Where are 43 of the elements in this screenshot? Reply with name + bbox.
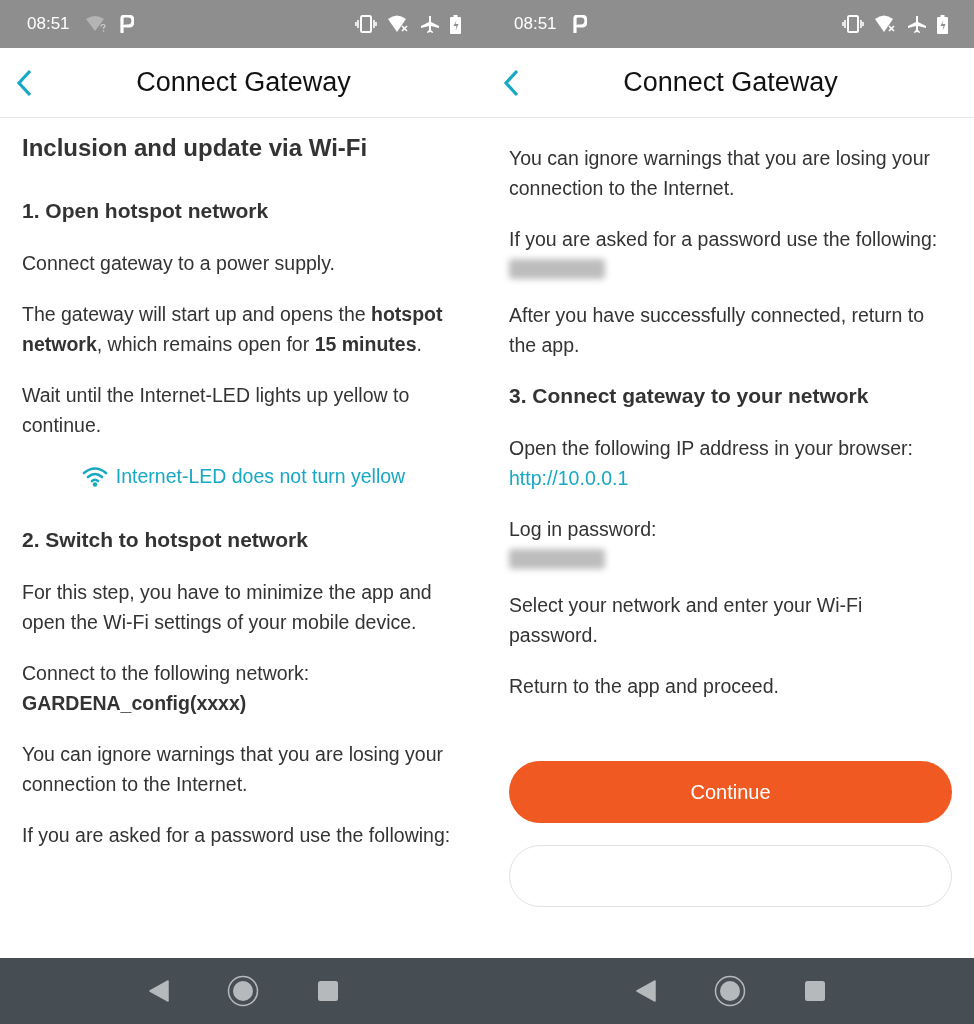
vibrate-icon [355,15,377,33]
ip-address-link[interactable]: http://10.0.0.1 [509,463,629,493]
p-logo-icon [572,15,587,33]
instruction-text: Connect gateway to a power supply. [22,251,336,276]
recents-button[interactable] [803,980,826,1002]
vibrate-icon [842,15,864,33]
instruction-text: Select your network and enter your Wi-Fi password. [509,593,864,648]
status-time: 08:51 [514,14,557,34]
screen-title: Connect Gateway [136,67,351,98]
recents-button[interactable] [316,980,339,1002]
wifi-off-icon [388,15,410,33]
wifi-off-icon [875,15,897,33]
instruction-text: If you are asked for a password use the following: [22,823,452,848]
instruction-text: Return to the app and proceed. [509,674,780,699]
home-button[interactable] [713,975,746,1007]
step-heading: 2. Switch to hotspot network [22,527,309,553]
instruction-text: The gateway will start up and opens the hotspot network, which remains open for 15 minutes. [22,302,444,357]
battery-charging-icon [450,14,461,34]
status-time: 08:51 [27,14,70,34]
back-nav-button[interactable] [635,980,656,1002]
instruction-text: If you are asked for a password use the following: [509,227,939,252]
step-heading: 3. Connect gateway to your network [509,383,870,409]
section-heading: Inclusion and update via Wi-Fi [22,133,369,163]
instruction-text: Log in password: [509,517,658,542]
wifi-unknown-icon [85,16,108,32]
instruction-text: Connect to the following network: GARDENA_config(xxxx) [22,661,311,716]
instruction-text: You can ignore warnings that you are losing your connection to the Internet. [509,146,931,201]
airplane-icon [421,15,439,33]
back-nav-button[interactable] [148,980,169,1002]
step-heading: 1. Open hotspot network [22,198,270,224]
instruction-text: Wait until the Internet-LED lights up yellow to continue. [22,383,411,438]
instruction-text: For this step, you have to minimize the app and open the Wi-Fi settings of your mobile device. [22,580,433,635]
help-link[interactable]: Internet-LED does not turn yellow [81,461,406,491]
wifi-icon [81,465,108,487]
airplane-icon [908,15,926,33]
home-button[interactable] [226,975,259,1007]
battery-charging-icon [937,14,948,34]
screen-title: Connect Gateway [623,67,838,98]
instruction-text: After you have successfully connected, return to the app. [509,303,926,358]
instruction-text: You can ignore warnings that you are losing your connection to the Internet. [22,742,444,797]
continue-button[interactable]: Continue [509,761,952,823]
instruction-text: Open the following IP address in your browser: [509,436,914,461]
p-logo-icon [119,15,134,33]
